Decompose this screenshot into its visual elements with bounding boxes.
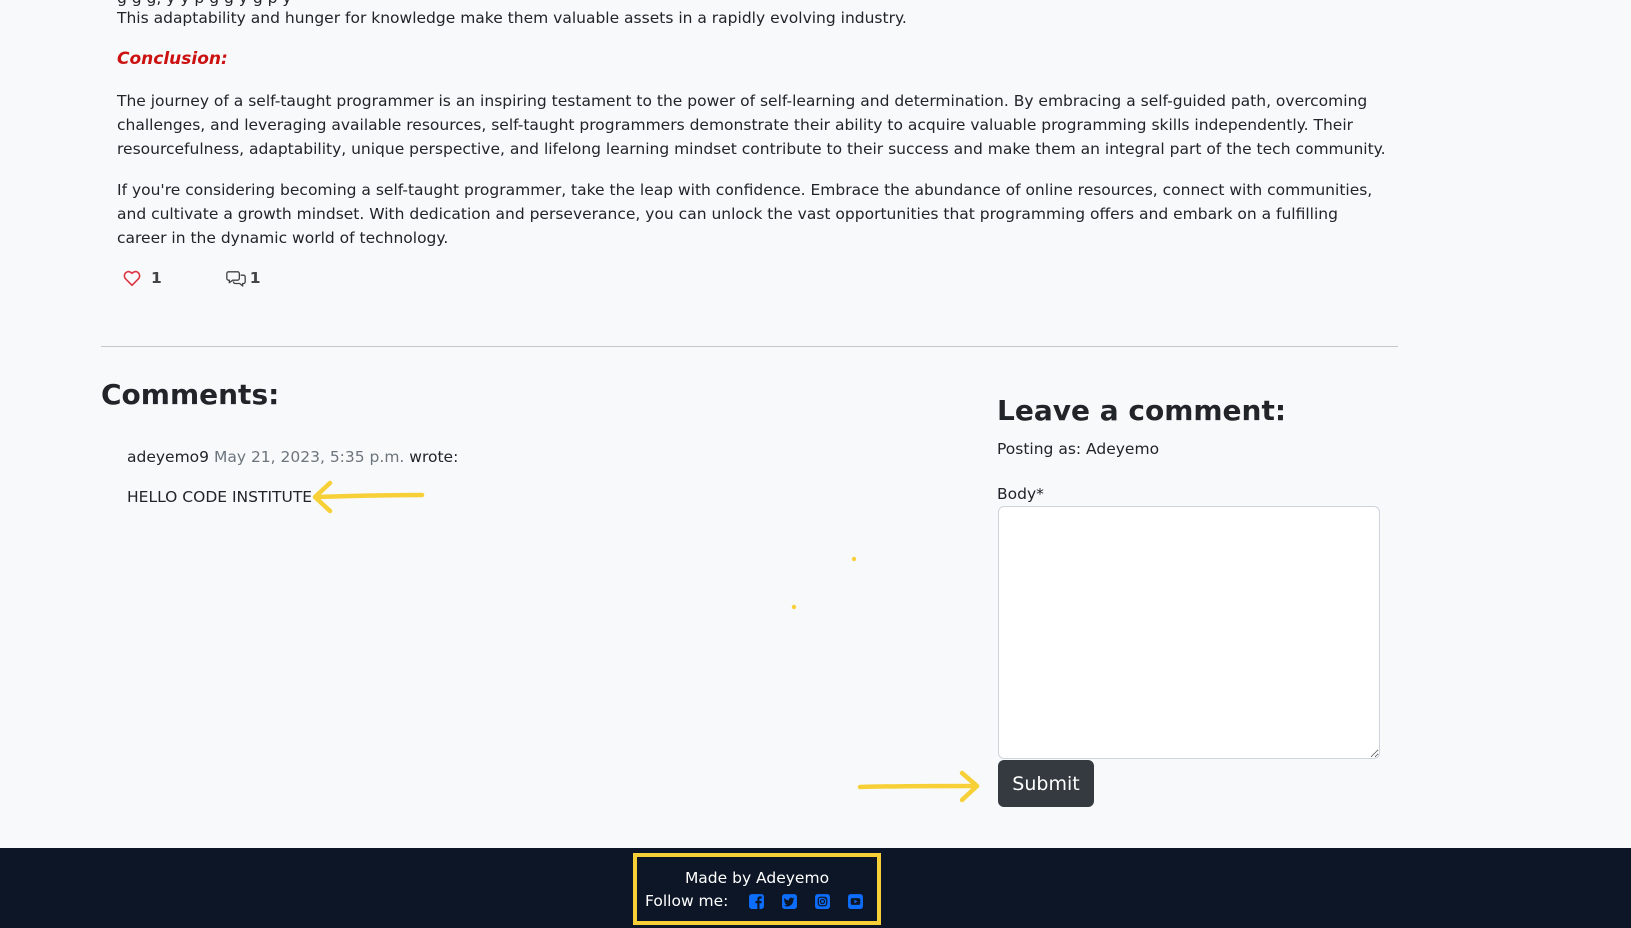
follow-label: Follow me: xyxy=(645,892,729,910)
comment-author: adeyemo9 xyxy=(127,448,210,466)
comment-count-value: 1 xyxy=(249,269,261,287)
instagram-icon[interactable] xyxy=(814,893,831,910)
chat-bubbles-icon xyxy=(225,270,246,287)
comment-count: 1 xyxy=(225,266,261,290)
annotation-dot xyxy=(851,556,857,562)
comment-body-textarea[interactable] xyxy=(998,506,1380,759)
made-by-text: Made by Adeyemo xyxy=(684,869,830,887)
twitter-icon[interactable] xyxy=(781,893,798,910)
follow-row: Follow me: xyxy=(645,892,864,910)
conclusion-paragraph-1: The journey of a self-taught programmer … xyxy=(117,92,1386,158)
posting-as-label: Posting as: Adeyemo xyxy=(997,440,1160,458)
comment-meta: adeyemo9 May 21, 2023, 5:35 p.m. wrote: xyxy=(127,448,458,466)
facebook-icon[interactable] xyxy=(748,893,765,910)
leave-comment-heading: Leave a comment: xyxy=(997,394,1287,427)
section-divider xyxy=(101,346,1398,347)
comments-heading: Comments: xyxy=(101,378,280,411)
submit-button[interactable]: Submit xyxy=(998,760,1094,807)
annotation-arrow-right xyxy=(857,770,980,803)
comment-wrote: wrote: xyxy=(409,448,459,466)
comment-body: HELLO CODE INSTITUTE xyxy=(127,488,313,506)
like-count: 1 xyxy=(151,269,162,287)
annotation-arrow-left xyxy=(312,480,425,514)
heart-outline-icon xyxy=(123,270,141,286)
footer-highlight: Made by Adeyemo Follow me: xyxy=(633,853,881,925)
like-button[interactable]: 1 xyxy=(123,266,162,290)
body-label: Body* xyxy=(997,485,1044,503)
conclusion-heading: Conclusion: xyxy=(117,49,228,69)
youtube-icon[interactable] xyxy=(847,893,864,910)
post-text-line: This adaptability and hunger for knowled… xyxy=(117,9,907,27)
annotation-dot xyxy=(791,604,797,610)
conclusion-paragraph-2: If you're considering becoming a self-ta… xyxy=(117,181,1373,247)
post-stats: 1 1 xyxy=(117,266,261,290)
comment-date: May 21, 2023, 5:35 p.m. xyxy=(213,448,405,466)
